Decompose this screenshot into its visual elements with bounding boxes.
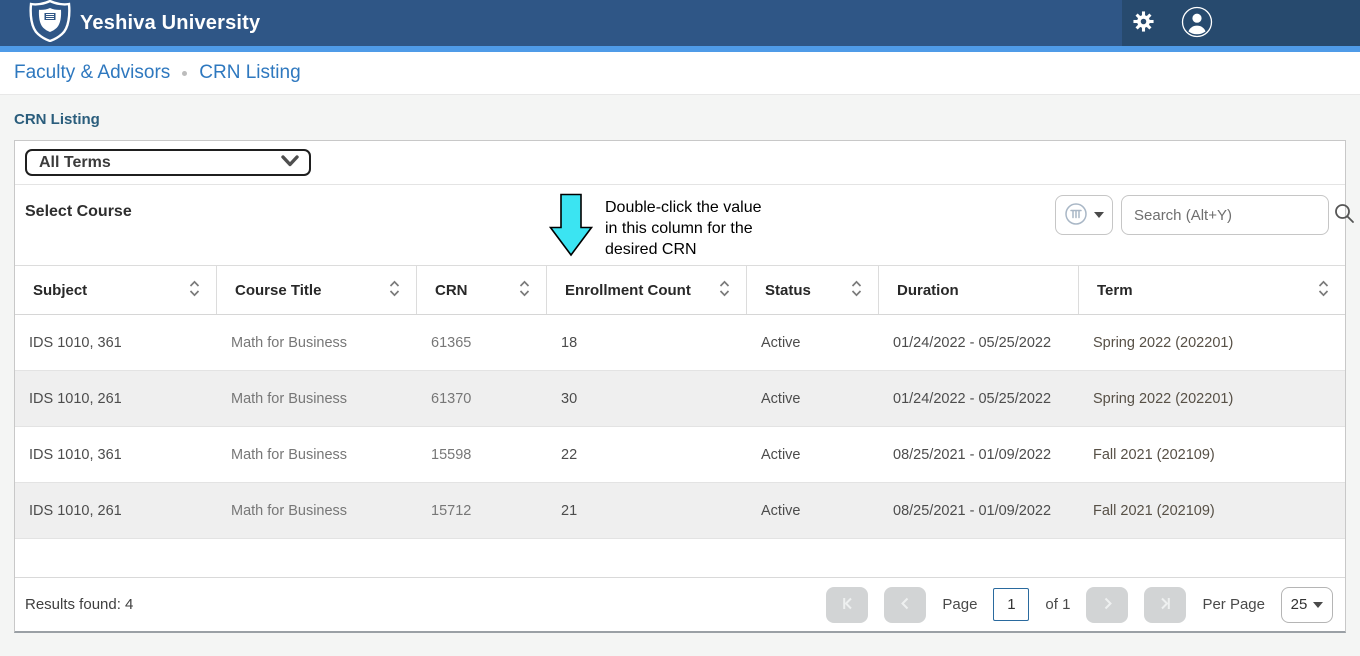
university-crest-icon: [28, 0, 72, 47]
search-input[interactable]: [1134, 207, 1333, 224]
cell-course-title: Math for Business: [217, 483, 417, 538]
instruction-annotation: Double-click the value in this column fo…: [549, 193, 762, 262]
search-icon[interactable]: [1333, 202, 1355, 229]
chevron-down-icon: [281, 154, 299, 172]
column-header-status[interactable]: Status: [747, 266, 879, 314]
breadcrumb: Faculty & Advisors CRN Listing: [0, 52, 1360, 95]
sort-icon: [389, 280, 400, 301]
term-filter-row: All Terms: [15, 141, 1345, 185]
sort-icon: [1318, 280, 1329, 301]
cell-enrollment-count[interactable]: 22: [547, 427, 747, 482]
filter-menu-button[interactable]: [1055, 195, 1113, 235]
select-course-caption: Select Course: [25, 203, 132, 221]
first-page-icon: [840, 596, 855, 614]
user-avatar-icon: [1181, 6, 1213, 41]
cell-duration: 01/24/2022 - 05/25/2022: [879, 371, 1079, 426]
first-page-button[interactable]: [826, 587, 868, 623]
brand: Yeshiva University: [0, 0, 260, 47]
table-empty-space: [15, 539, 1345, 577]
caret-down-icon: [1094, 212, 1104, 218]
cell-enrollment-count[interactable]: 18: [547, 315, 747, 370]
cell-status: Active: [747, 483, 879, 538]
table-toolbar: Select Course Double-click the value in …: [15, 185, 1345, 266]
crn-listing-panel: All Terms Select Course Double-click the…: [14, 140, 1346, 633]
cell-duration: 01/24/2022 - 05/25/2022: [879, 315, 1079, 370]
sort-icon: [519, 280, 530, 301]
term-select[interactable]: All Terms: [25, 149, 311, 176]
column-header-enrollment-count[interactable]: Enrollment Count: [547, 266, 747, 314]
gear-icon: [1132, 10, 1155, 36]
sort-icon: [189, 280, 200, 301]
sort-icon: [851, 280, 862, 301]
per-page-value: 25: [1291, 596, 1308, 613]
pagination: Page of 1 Per Page 25: [826, 587, 1333, 623]
crn-listing-screen: Yeshiva University: [0, 0, 1360, 656]
page-number-input[interactable]: [993, 588, 1029, 621]
last-page-button[interactable]: [1144, 587, 1186, 623]
chevron-left-icon: [898, 596, 913, 614]
cell-crn: 15598: [417, 427, 547, 482]
cell-status: Active: [747, 371, 879, 426]
cell-term: Spring 2022 (202201): [1079, 371, 1345, 426]
cell-course-title: Math for Business: [217, 315, 417, 370]
chevron-right-icon: [1100, 596, 1115, 614]
breadcrumb-crn-listing[interactable]: CRN Listing: [199, 62, 300, 84]
table-row[interactable]: IDS 1010, 261 Math for Business 61370 30…: [15, 371, 1345, 427]
column-header-course-title[interactable]: Course Title: [217, 266, 417, 314]
cyan-down-arrow-icon: [549, 193, 593, 262]
prev-page-button[interactable]: [884, 587, 926, 623]
cell-duration: 08/25/2021 - 01/09/2022: [879, 427, 1079, 482]
table-row[interactable]: IDS 1010, 361 Math for Business 61365 18…: [15, 315, 1345, 371]
toolbar-controls: [1055, 195, 1329, 235]
cell-subject: IDS 1010, 361: [15, 427, 217, 482]
page-title: CRN Listing: [14, 111, 1360, 128]
cell-course-title: Math for Business: [217, 371, 417, 426]
cell-subject: IDS 1010, 261: [15, 483, 217, 538]
cell-crn: 61365: [417, 315, 547, 370]
header-actions: [1122, 0, 1360, 46]
page-label: Page: [942, 596, 977, 613]
cell-course-title: Math for Business: [217, 427, 417, 482]
last-page-icon: [1158, 596, 1173, 614]
profile-button[interactable]: [1181, 6, 1213, 41]
term-select-value: All Terms: [39, 154, 111, 172]
cell-crn: 61370: [417, 371, 547, 426]
app-header: Yeshiva University: [0, 0, 1360, 46]
per-page-select[interactable]: 25: [1281, 587, 1333, 623]
cell-enrollment-count[interactable]: 21: [547, 483, 747, 538]
cell-subject: IDS 1010, 361: [15, 315, 217, 370]
table-row[interactable]: IDS 1010, 361 Math for Business 15598 22…: [15, 427, 1345, 483]
cell-enrollment-count[interactable]: 30: [547, 371, 747, 426]
cell-status: Active: [747, 427, 879, 482]
breadcrumb-separator-dot: [182, 71, 187, 76]
column-header-crn[interactable]: CRN: [417, 266, 547, 314]
settings-button[interactable]: [1132, 10, 1155, 36]
per-page-label: Per Page: [1202, 596, 1265, 613]
cell-status: Active: [747, 315, 879, 370]
filter-columns-icon: [1064, 202, 1088, 229]
caret-down-icon: [1313, 602, 1323, 608]
cell-term: Fall 2021 (202109): [1079, 483, 1345, 538]
cell-term: Fall 2021 (202109): [1079, 427, 1345, 482]
results-count: Results found: 4: [25, 596, 133, 613]
cell-duration: 08/25/2021 - 01/09/2022: [879, 483, 1079, 538]
cell-subject: IDS 1010, 261: [15, 371, 217, 426]
table-row[interactable]: IDS 1010, 261 Math for Business 15712 21…: [15, 483, 1345, 539]
column-header-subject[interactable]: Subject: [15, 266, 217, 314]
breadcrumb-faculty-advisors[interactable]: Faculty & Advisors: [14, 62, 170, 84]
table-footer: Results found: 4 Page of 1 Per Page: [15, 577, 1345, 631]
column-header-duration: Duration: [879, 266, 1079, 314]
instruction-text: Double-click the value in this column fo…: [605, 197, 762, 262]
cell-crn: 15712: [417, 483, 547, 538]
brand-name: Yeshiva University: [80, 12, 260, 35]
sort-icon: [719, 280, 730, 301]
search-box: [1121, 195, 1329, 235]
next-page-button[interactable]: [1086, 587, 1128, 623]
table-header-row: Subject Course Title CRN Enrollment Coun…: [15, 266, 1345, 315]
cell-term: Spring 2022 (202201): [1079, 315, 1345, 370]
page-of-label: of 1: [1045, 596, 1070, 613]
column-header-term[interactable]: Term: [1079, 266, 1345, 314]
